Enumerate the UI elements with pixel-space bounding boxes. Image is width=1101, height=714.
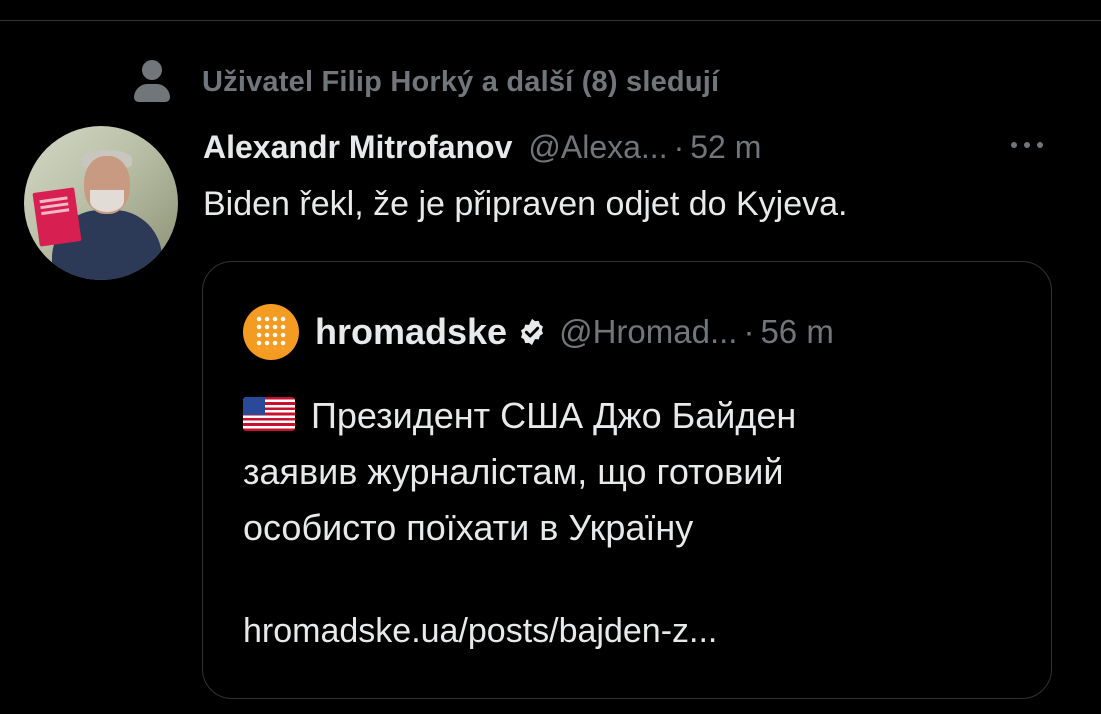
quoted-author-handle[interactable]: @Hromad... (559, 313, 737, 351)
quoted-text-line-3: особисто поїхати в Україну (243, 507, 694, 548)
us-flag-icon (243, 397, 295, 431)
social-context[interactable]: Uživatel Filip Horký a další (8) sledují (132, 60, 719, 104)
author-name[interactable]: Alexandr Mitrofanov (203, 129, 512, 166)
quoted-tweet-text: Президент США Джо Байден заявив журналіс… (243, 388, 1023, 556)
author-avatar[interactable] (24, 126, 178, 280)
tweet-header: Alexandr Mitrofanov @Alexa... · 52 m (203, 125, 1053, 169)
author-handle[interactable]: @Alexa... (528, 129, 667, 166)
hromadske-logo-avatar[interactable] (243, 304, 299, 360)
quoted-tweet-header: hromadske @Hromad... · 56 m (243, 304, 834, 360)
separator-dot: · (743, 313, 755, 350)
tweet-text: Biden řekl, že je připraven odjet do Kyj… (203, 185, 848, 223)
person-icon (132, 60, 172, 104)
more-icon[interactable] (1005, 133, 1049, 157)
separator-dot: · (673, 128, 685, 165)
top-divider (0, 20, 1101, 21)
verified-badge-icon (521, 318, 544, 346)
quoted-tweet-link[interactable]: hromadske.ua/posts/bajden-z... (243, 612, 717, 651)
quoted-author-name[interactable]: hromadske (315, 311, 507, 353)
quoted-tweet-timestamp[interactable]: 56 m (760, 313, 833, 351)
social-context-text: Uživatel Filip Horký a další (8) sledují (202, 65, 720, 98)
tweet-timestamp[interactable]: 52 m (690, 129, 761, 166)
quoted-tweet-card[interactable]: hromadske @Hromad... · 56 m Президент СШ… (202, 261, 1052, 699)
quoted-text-line-2: заявив журналістам, що готовий (243, 451, 784, 492)
quoted-text-line-1: Президент США Джо Байден (311, 395, 797, 436)
